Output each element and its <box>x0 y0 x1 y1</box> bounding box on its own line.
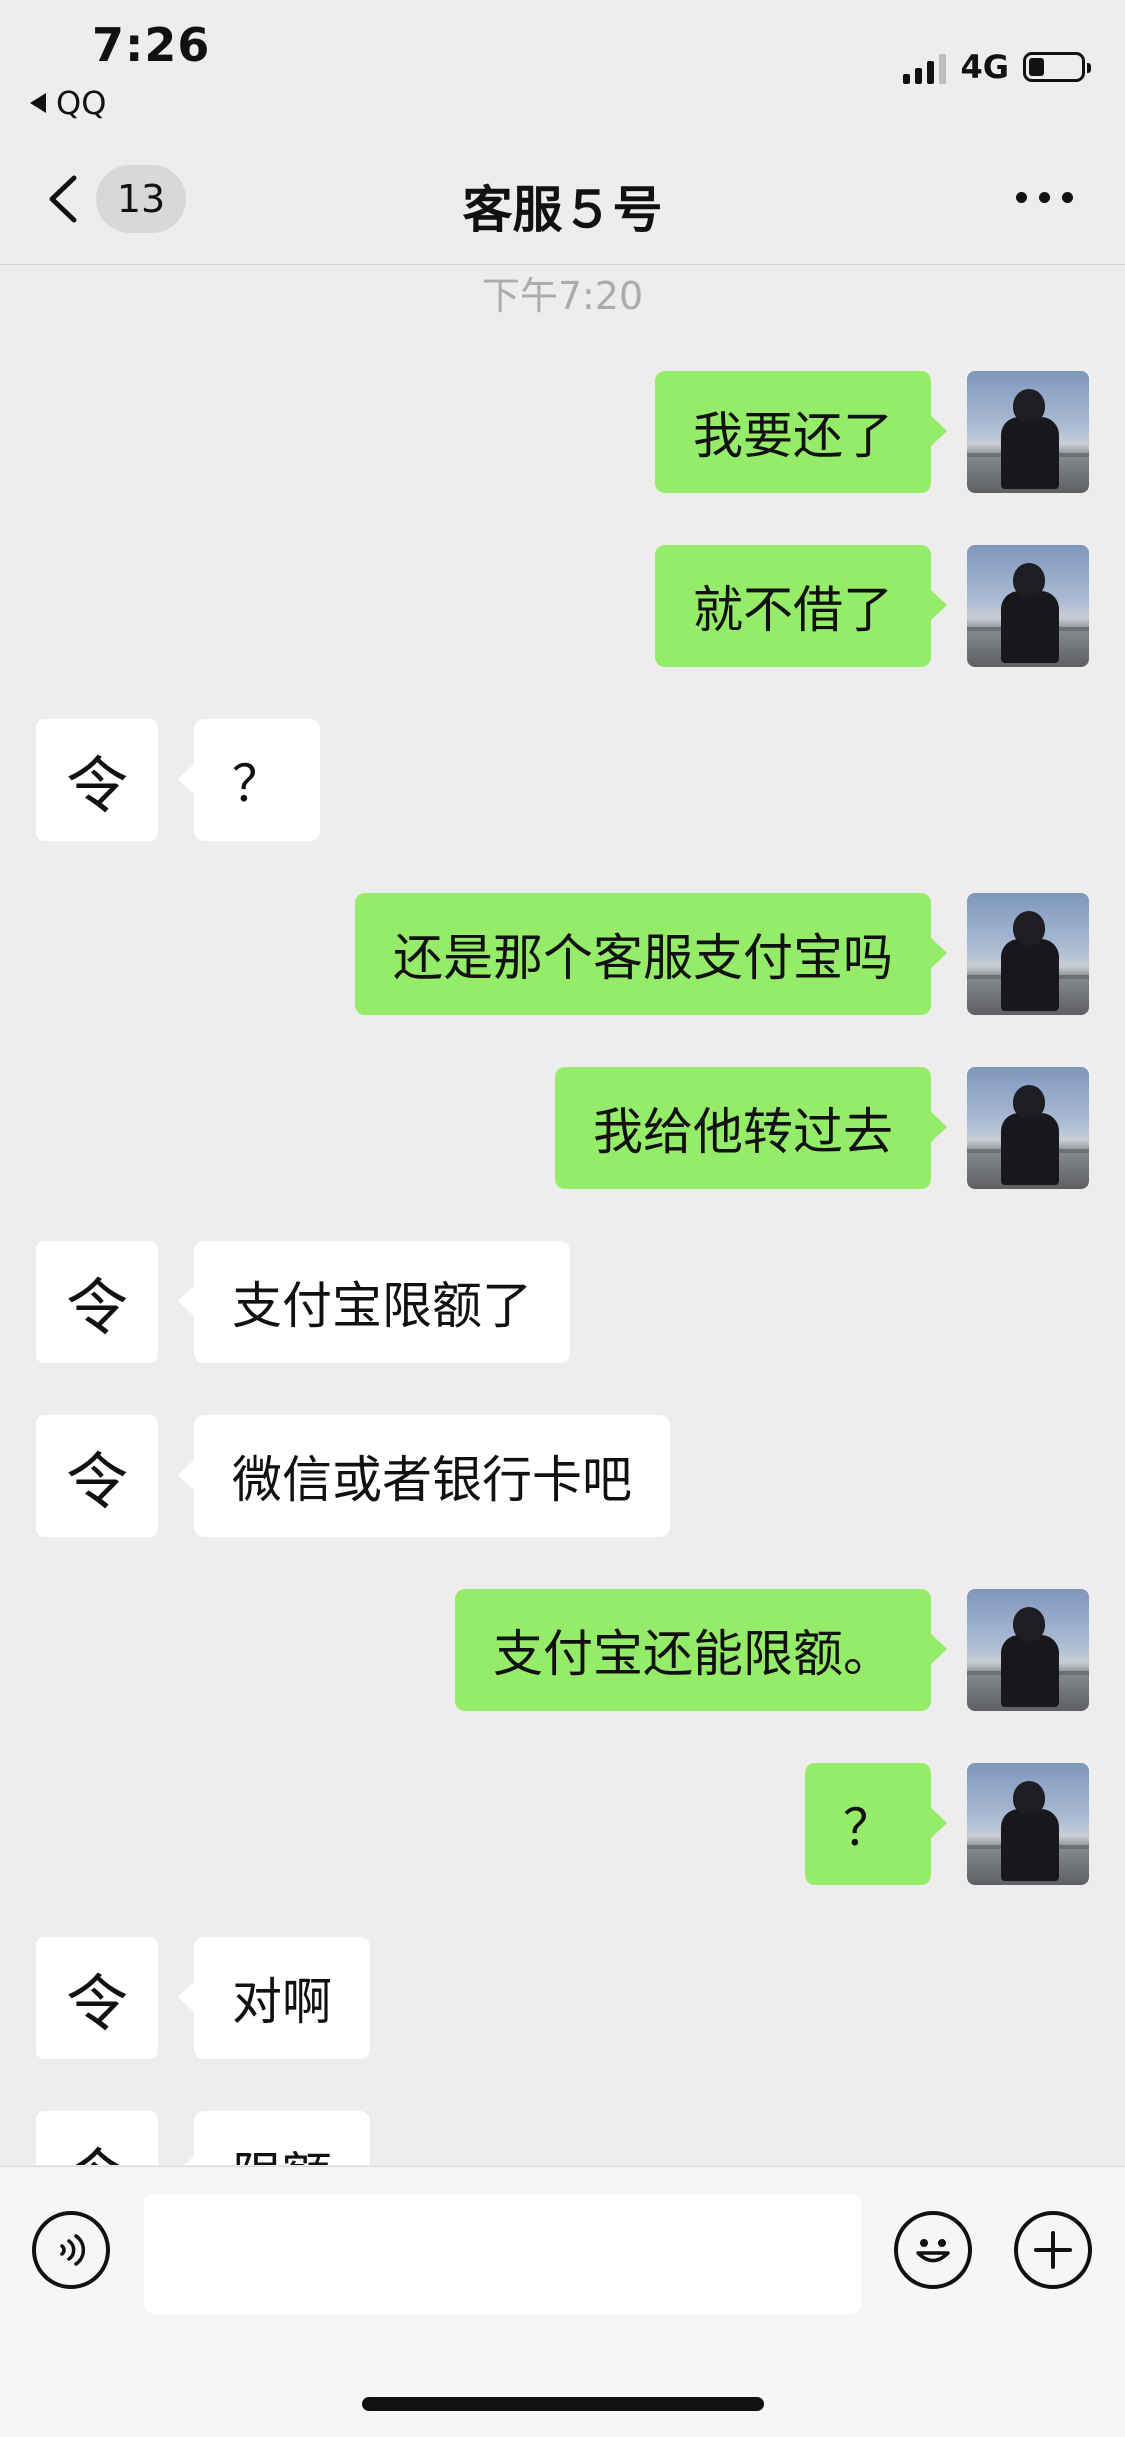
voice-input-button[interactable] <box>32 2211 110 2289</box>
plus-icon <box>1034 2231 1072 2269</box>
contact-avatar[interactable]: 令 <box>36 1241 158 1363</box>
contact-avatar[interactable]: 令 <box>36 2111 158 2165</box>
message-row: 还是那个客服支付宝吗 <box>0 893 1125 1017</box>
home-indicator <box>362 2397 764 2411</box>
received-message-bubble[interactable]: 对啊 <box>178 1937 370 2059</box>
chat-title: 客服５号 <box>462 181 663 239</box>
sent-message-bubble[interactable]: 我要还了 <box>655 371 947 493</box>
message-list[interactable]: 下午7:20 我要还了 就不借了 令 ？ 还是那个客服支付宝吗 我给他转过去 令… <box>0 265 1125 2165</box>
clock: 7:26 <box>92 18 211 72</box>
message-row: 令 对啊 <box>0 1937 1125 2061</box>
more-dot-icon <box>1062 192 1073 203</box>
message-row: ？ <box>0 1763 1125 1887</box>
message-row: 我要还了 <box>0 371 1125 495</box>
my-avatar[interactable] <box>967 1067 1089 1189</box>
message-timestamp: 下午7:20 <box>481 274 644 318</box>
received-message-bubble[interactable]: 微信或者银行卡吧 <box>178 1415 670 1537</box>
message-row: 就不借了 <box>0 545 1125 669</box>
my-avatar[interactable] <box>967 545 1089 667</box>
message-row: 令 ？ <box>0 719 1125 843</box>
received-message-bubble[interactable]: ？ <box>178 719 320 841</box>
message-row: 我给他转过去 <box>0 1067 1125 1191</box>
message-row: 支付宝还能限额。 <box>0 1589 1125 1713</box>
sent-message-bubble[interactable]: 就不借了 <box>655 545 947 667</box>
received-message-bubble[interactable]: 支付宝限额了 <box>178 1241 570 1363</box>
emoji-button[interactable] <box>894 2211 972 2289</box>
back-triangle-icon <box>30 93 46 113</box>
message-input[interactable] <box>144 2194 861 2314</box>
message-row: 令 限额 <box>0 2111 1125 2165</box>
sent-message-bubble[interactable]: 还是那个客服支付宝吗 <box>355 893 947 1015</box>
status-indicators: 4G <box>903 48 1091 86</box>
received-message-bubble[interactable]: 限额 <box>178 2111 370 2165</box>
sent-message-bubble[interactable]: 支付宝还能限额。 <box>455 1589 947 1711</box>
input-bar <box>0 2166 1125 2437</box>
status-bar: 7:26 QQ 4G <box>0 0 1125 130</box>
sent-message-bubble[interactable]: 我给他转过去 <box>555 1067 947 1189</box>
back-app-label: QQ <box>56 84 107 122</box>
more-options-button[interactable] <box>1016 192 1073 203</box>
back-to-app-link[interactable]: QQ <box>30 84 106 122</box>
my-avatar[interactable] <box>967 1589 1089 1711</box>
message-row: 令 微信或者银行卡吧 <box>0 1415 1125 1539</box>
voice-icon <box>60 2234 86 2266</box>
contact-avatar[interactable]: 令 <box>36 1937 158 2059</box>
my-avatar[interactable] <box>967 1763 1089 1885</box>
more-features-button[interactable] <box>1014 2211 1092 2289</box>
network-type: 4G <box>960 48 1009 86</box>
emoji-icon <box>916 2239 950 2263</box>
more-dot-icon <box>1016 192 1027 203</box>
cellular-signal-icon <box>903 50 947 84</box>
battery-icon <box>1023 52 1091 82</box>
more-dot-icon <box>1039 192 1050 203</box>
my-avatar[interactable] <box>967 371 1089 493</box>
contact-avatar[interactable]: 令 <box>36 719 158 841</box>
nav-bar: 13 客服５号 <box>0 130 1125 265</box>
sent-message-bubble[interactable]: ？ <box>805 1763 947 1885</box>
contact-avatar[interactable]: 令 <box>36 1415 158 1537</box>
my-avatar[interactable] <box>967 893 1089 1015</box>
message-row: 令 支付宝限额了 <box>0 1241 1125 1365</box>
